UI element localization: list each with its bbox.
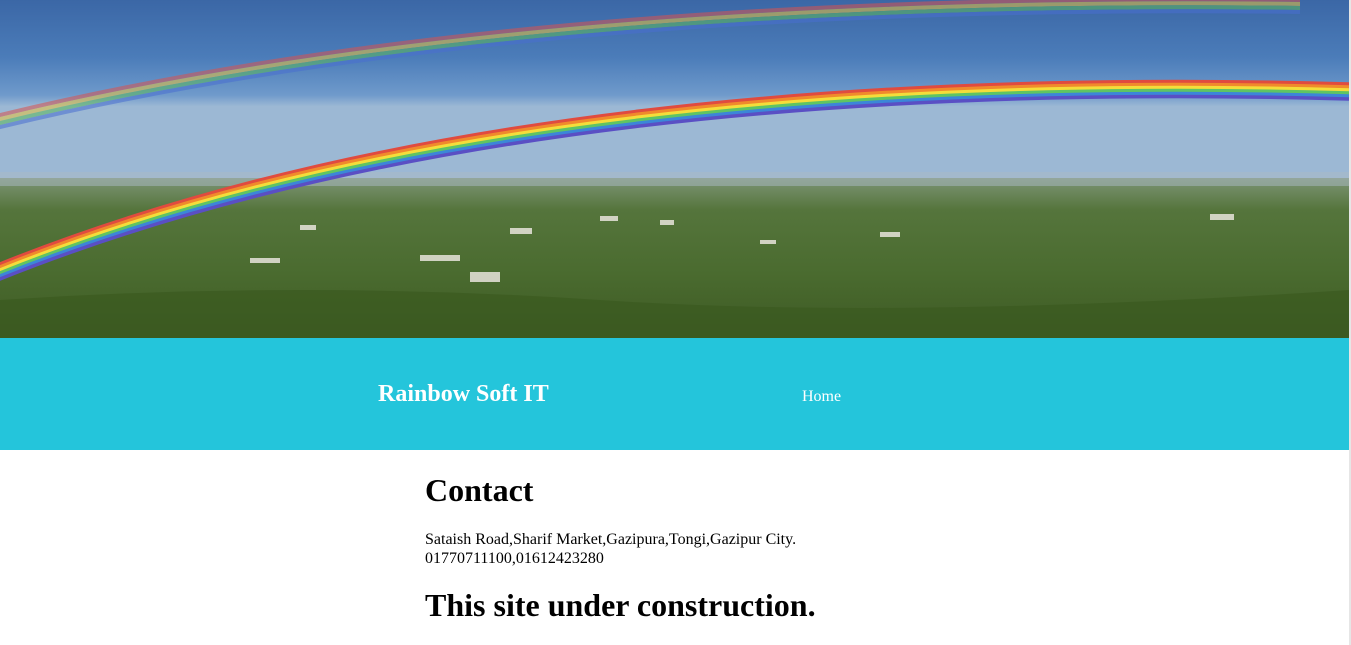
contact-details: Sataish Road,Sharif Market,Gazipura,Tong… bbox=[425, 530, 1125, 568]
construction-notice: This site under construction. bbox=[425, 587, 816, 623]
page: Rainbow Soft IT Home Contact Sataish Roa… bbox=[0, 0, 1351, 645]
brand-title[interactable]: Rainbow Soft IT bbox=[378, 380, 549, 408]
navigation-bar: Rainbow Soft IT Home bbox=[0, 338, 1349, 450]
rainbow-landscape-image bbox=[0, 0, 1349, 338]
banner-image bbox=[0, 0, 1349, 338]
nav-link-home[interactable]: Home bbox=[802, 387, 841, 407]
contact-address: Sataish Road,Sharif Market,Gazipura,Tong… bbox=[425, 531, 797, 548]
contact-phones: 01770711100,01612423280 bbox=[425, 550, 604, 567]
contact-heading: Contact bbox=[425, 472, 534, 508]
main-content: Contact Sataish Road,Sharif Market,Gazip… bbox=[425, 470, 1125, 625]
